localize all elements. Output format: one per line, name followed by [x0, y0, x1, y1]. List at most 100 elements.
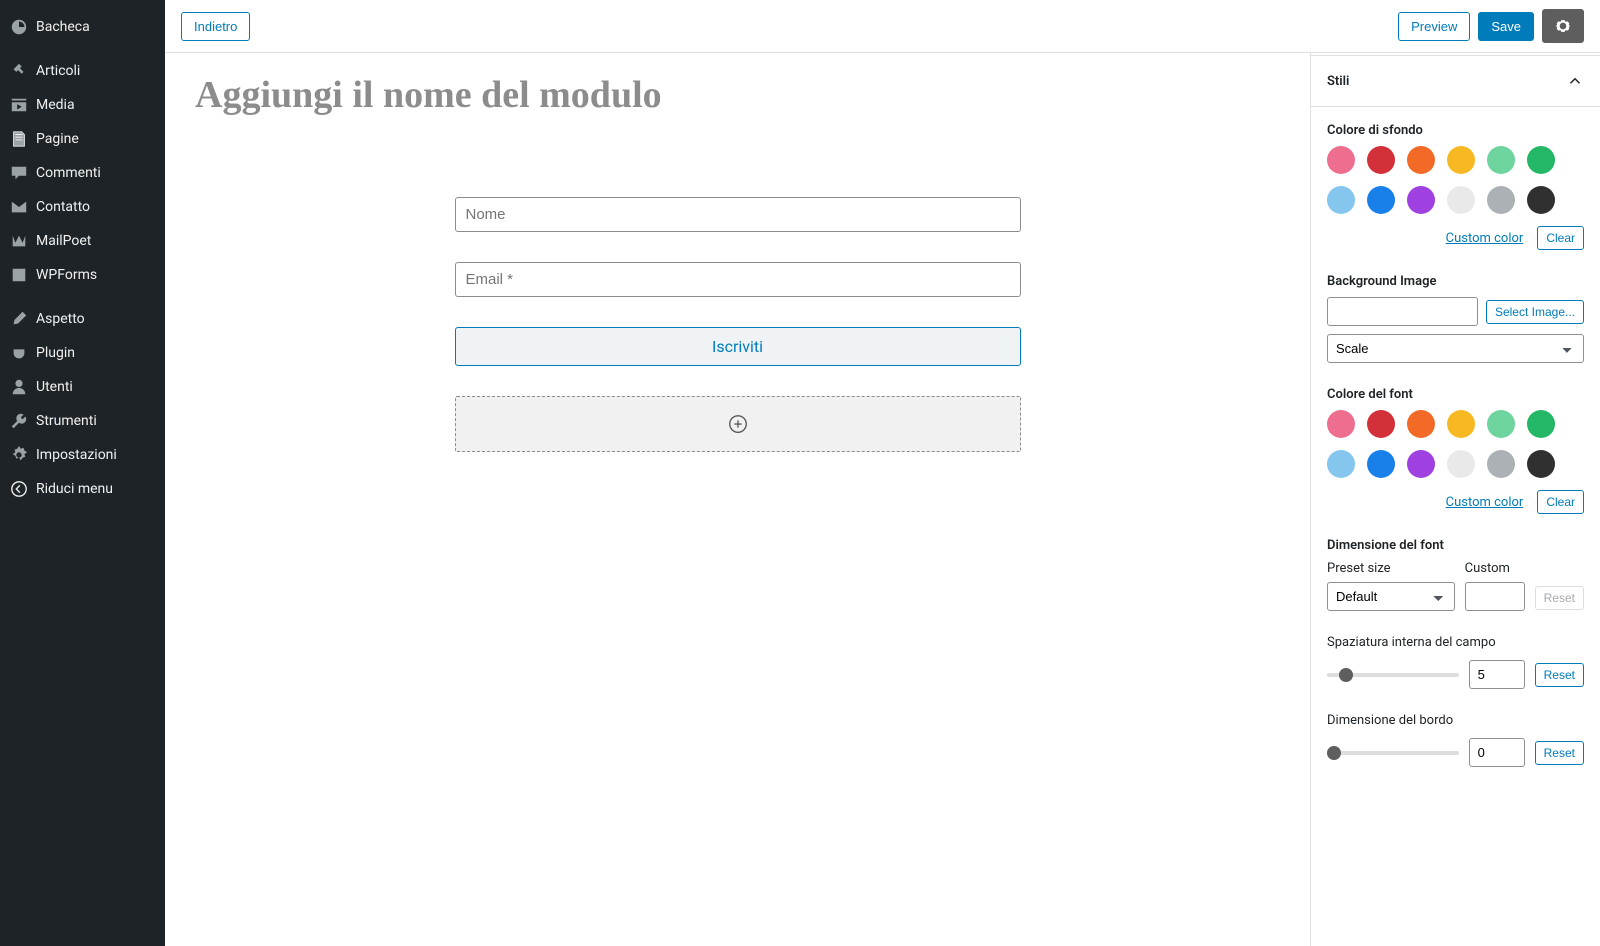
- add-block-button[interactable]: [455, 396, 1021, 452]
- sidebar-item-plugin[interactable]: Plugin: [0, 336, 165, 370]
- sidebar-item-articoli[interactable]: Articoli: [0, 54, 165, 88]
- color-swatch[interactable]: [1487, 450, 1515, 478]
- page-icon: [10, 130, 28, 148]
- submit-button[interactable]: Iscriviti: [455, 327, 1021, 366]
- preset-size-select[interactable]: Default: [1327, 582, 1455, 611]
- bg-image-input[interactable]: [1327, 297, 1478, 326]
- sidebar-item-label: Impostazioni: [36, 447, 117, 463]
- color-swatch[interactable]: [1407, 146, 1435, 174]
- sidebar-item-riduci-menu[interactable]: Riduci menu: [0, 472, 165, 506]
- wrench-icon: [10, 412, 28, 430]
- padding-slider[interactable]: [1327, 673, 1459, 677]
- styles-panel: Stili Colore di sfondo Custom color Clea…: [1310, 53, 1600, 946]
- color-swatch[interactable]: [1407, 450, 1435, 478]
- reset-font-size-button[interactable]: Reset: [1535, 586, 1584, 610]
- color-swatch[interactable]: [1367, 450, 1395, 478]
- preview-button[interactable]: Preview: [1398, 12, 1470, 41]
- custom-size-label: Custom: [1465, 561, 1525, 576]
- color-swatch[interactable]: [1487, 186, 1515, 214]
- sidebar-item-utenti[interactable]: Utenti: [0, 370, 165, 404]
- font-color-swatches: [1327, 410, 1584, 478]
- color-swatch[interactable]: [1367, 186, 1395, 214]
- bg-color-label: Colore di sfondo: [1327, 123, 1584, 138]
- sidebar-item-wpforms[interactable]: WPForms: [0, 258, 165, 292]
- pin-icon: [10, 62, 28, 80]
- editor-canvas: Aggiungi il nome del modulo Iscriviti: [165, 53, 1310, 946]
- sidebar-item-label: Aspetto: [36, 311, 85, 327]
- color-swatch[interactable]: [1527, 410, 1555, 438]
- reset-padding-button[interactable]: Reset: [1535, 663, 1584, 687]
- user-icon: [10, 378, 28, 396]
- cog-icon: [10, 446, 28, 464]
- sidebar-item-contatto[interactable]: Contatto: [0, 190, 165, 224]
- padding-label: Spaziatura interna del campo: [1327, 635, 1584, 650]
- color-swatch[interactable]: [1487, 410, 1515, 438]
- border-input[interactable]: [1469, 738, 1525, 767]
- email-field[interactable]: [455, 262, 1021, 297]
- sidebar-item-label: WPForms: [36, 267, 97, 283]
- color-swatch[interactable]: [1407, 410, 1435, 438]
- sidebar-item-label: Articoli: [36, 63, 80, 79]
- color-swatch[interactable]: [1407, 186, 1435, 214]
- sidebar-item-strumenti[interactable]: Strumenti: [0, 404, 165, 438]
- color-swatch[interactable]: [1447, 450, 1475, 478]
- color-swatch[interactable]: [1487, 146, 1515, 174]
- sidebar-item-commenti[interactable]: Commenti: [0, 156, 165, 190]
- back-button[interactable]: Indietro: [181, 12, 250, 41]
- color-swatch[interactable]: [1447, 186, 1475, 214]
- color-swatch[interactable]: [1327, 410, 1355, 438]
- sidebar-item-label: Media: [36, 97, 75, 113]
- reset-border-button[interactable]: Reset: [1535, 741, 1584, 765]
- collapse-icon: [10, 480, 28, 498]
- wpforms-icon: [10, 266, 28, 284]
- color-swatch[interactable]: [1327, 146, 1355, 174]
- bg-scale-select[interactable]: Scale: [1327, 334, 1584, 363]
- color-swatch[interactable]: [1447, 146, 1475, 174]
- sidebar-item-label: Strumenti: [36, 413, 97, 429]
- clear-bg-color-button[interactable]: Clear: [1537, 226, 1584, 250]
- plus-circle-icon: [727, 413, 749, 435]
- bg-color-swatches: [1327, 146, 1584, 214]
- gear-icon: [1553, 16, 1573, 36]
- font-color-label: Colore del font: [1327, 387, 1584, 402]
- save-button[interactable]: Save: [1478, 12, 1534, 41]
- color-swatch[interactable]: [1527, 450, 1555, 478]
- border-slider[interactable]: [1327, 751, 1459, 755]
- custom-font-color-link[interactable]: Custom color: [1446, 495, 1524, 510]
- settings-button[interactable]: [1542, 9, 1584, 43]
- sidebar-item-label: Contatto: [36, 199, 90, 215]
- font-size-label: Dimensione del font: [1327, 538, 1584, 553]
- custom-color-link[interactable]: Custom color: [1446, 231, 1524, 246]
- color-swatch[interactable]: [1327, 186, 1355, 214]
- chevron-up-icon: [1566, 72, 1584, 90]
- sidebar-item-media[interactable]: Media: [0, 88, 165, 122]
- panel-title: Stili: [1327, 74, 1349, 89]
- select-image-button[interactable]: Select Image...: [1486, 300, 1584, 324]
- sidebar-item-impostazioni[interactable]: Impostazioni: [0, 438, 165, 472]
- sidebar-item-bacheca[interactable]: Bacheca: [0, 10, 165, 44]
- clear-font-color-button[interactable]: Clear: [1537, 490, 1584, 514]
- color-swatch[interactable]: [1447, 410, 1475, 438]
- comment-icon: [10, 164, 28, 182]
- sidebar-item-pagine[interactable]: Pagine: [0, 122, 165, 156]
- sidebar-item-label: Pagine: [36, 131, 79, 147]
- sidebar-item-mailpoet[interactable]: MailPoet: [0, 224, 165, 258]
- admin-sidebar: Bacheca Articoli Media Pagine Commenti C…: [0, 0, 165, 946]
- mail-icon: [10, 198, 28, 216]
- sidebar-item-label: Utenti: [36, 379, 73, 395]
- form-title-placeholder[interactable]: Aggiungi il nome del modulo: [195, 73, 1280, 117]
- padding-input[interactable]: [1469, 660, 1525, 689]
- bg-image-label: Background Image: [1327, 274, 1584, 289]
- name-field[interactable]: [455, 197, 1021, 232]
- color-swatch[interactable]: [1527, 146, 1555, 174]
- sidebar-item-label: Commenti: [36, 165, 101, 181]
- sidebar-item-aspetto[interactable]: Aspetto: [0, 302, 165, 336]
- color-swatch[interactable]: [1527, 186, 1555, 214]
- color-swatch[interactable]: [1327, 450, 1355, 478]
- color-swatch[interactable]: [1367, 410, 1395, 438]
- custom-size-input[interactable]: [1465, 582, 1525, 611]
- color-swatch[interactable]: [1367, 146, 1395, 174]
- styles-panel-header[interactable]: Stili: [1311, 55, 1600, 107]
- sidebar-item-label: Riduci menu: [36, 481, 113, 497]
- dashboard-icon: [10, 18, 28, 36]
